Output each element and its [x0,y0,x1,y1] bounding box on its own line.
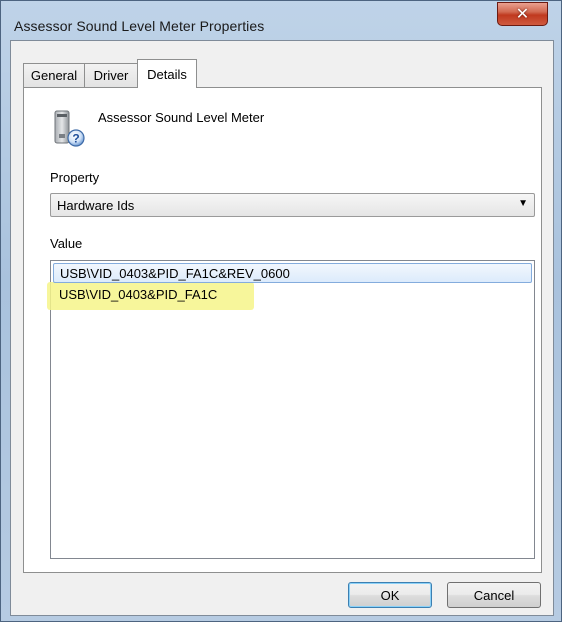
title-bar[interactable]: Assessor Sound Level Meter Properties ✕ [0,0,562,40]
chevron-down-icon: ▼ [518,198,528,209]
tab-general[interactable]: General [23,63,85,87]
property-selected-value: Hardware Ids [57,198,135,213]
list-item-hardware-id-text: USB\VID_0403&PID_FA1C [59,287,218,302]
window-title: Assessor Sound Level Meter Properties [14,18,265,34]
value-listbox[interactable]: USB\VID_0403&PID_FA1C&REV_0600 USB\VID_0… [47,260,535,559]
cancel-button[interactable]: Cancel [447,582,541,608]
dialog-client-area: General Driver Details ? Assessor Sound … [10,40,554,616]
property-label: Property [50,170,100,185]
usb-device-unknown-icon: ? [54,110,85,147]
list-item-hardware-id[interactable]: USB\VID_0403&PID_FA1C [53,285,532,305]
ok-button[interactable]: OK [348,582,432,608]
value-label: Value [50,236,83,251]
tab-driver[interactable]: Driver [84,63,138,87]
property-dropdown[interactable]: Hardware Ids ▼ [50,193,535,217]
details-panel: ? Assessor Sound Level Meter Property Ha… [23,87,542,573]
close-button[interactable]: ✕ [497,2,548,26]
close-icon: ✕ [515,4,530,23]
svg-text:?: ? [72,132,79,146]
properties-dialog: Assessor Sound Level Meter Properties ✕ … [0,0,562,622]
tab-details[interactable]: Details [137,59,197,88]
list-item-hardware-id-rev[interactable]: USB\VID_0403&PID_FA1C&REV_0600 [53,263,532,283]
device-name: Assessor Sound Level Meter [98,110,265,125]
